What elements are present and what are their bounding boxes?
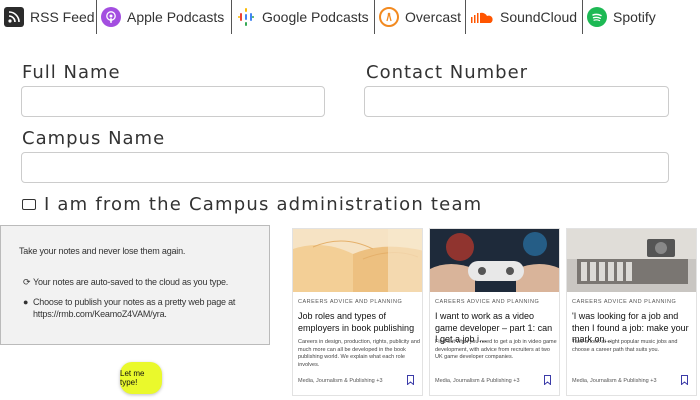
google-podcasts-label: Google Podcasts [262, 9, 369, 25]
game-controller-image [430, 229, 559, 292]
card-title[interactable]: Job roles and types of employers in book… [298, 311, 420, 334]
card-tag: CAREERS ADVICE AND PLANNING [298, 299, 403, 305]
card-footer: Media, Journalism & Publishing +3 [572, 378, 657, 384]
bookmark-icon[interactable] [407, 375, 414, 385]
notes-promo-panel: Take your notes and never lose them agai… [0, 225, 284, 400]
admin-checkbox-label: I am from the Campus administration team [44, 194, 483, 215]
notes-info-box: Take your notes and never lose them agai… [0, 225, 270, 345]
notes-feature-autosave: ⟳ Your notes are auto-saved to the cloud… [23, 276, 263, 288]
notes-feature-autosave-text: Your notes are auto-saved to the cloud a… [33, 277, 229, 287]
google-podcasts-icon [236, 7, 256, 27]
rss-feed-link[interactable]: RSS Feed [0, 0, 97, 34]
notes-feature-publish-text: Choose to publish your notes as a pretty… [33, 297, 236, 319]
google-podcasts-link[interactable]: Google Podcasts [232, 0, 375, 34]
card-tag: CAREERS ADVICE AND PLANNING [435, 299, 540, 305]
spotify-link[interactable]: Spotify [583, 0, 683, 34]
admin-checkbox-row: I am from the Campus administration team [22, 194, 482, 215]
card-description: Find out what you need to get a job in v… [435, 339, 557, 360]
full-name-input[interactable] [21, 86, 325, 117]
cloud-sync-icon: ⟳ [23, 277, 31, 287]
rss-feed-label: RSS Feed [30, 9, 95, 25]
notes-feature-publish: ● Choose to publish your notes as a pret… [23, 296, 263, 320]
full-name-label: Full Name [22, 62, 121, 83]
music-studio-image [567, 229, 696, 292]
apple-podcasts-icon [101, 7, 121, 27]
bookmark-icon[interactable] [544, 375, 551, 385]
overcast-label: Overcast [405, 9, 462, 25]
overcast-link[interactable]: Overcast [375, 0, 466, 34]
campus-name-input[interactable] [21, 152, 669, 183]
campus-name-label: Campus Name [22, 128, 166, 149]
let-me-type-button[interactable]: Let me type! [120, 362, 162, 394]
card-description: Take a look at eight popular music jobs … [572, 339, 678, 353]
soundcloud-icon [470, 7, 494, 27]
apple-podcasts-link[interactable]: Apple Podcasts [97, 0, 232, 34]
contact-number-input[interactable] [364, 86, 669, 117]
apple-podcasts-label: Apple Podcasts [127, 9, 225, 25]
notes-tagline: Take your notes and never lose them agai… [19, 246, 186, 256]
book-pages-image [293, 229, 422, 292]
podcast-links-bar: RSS Feed Apple Podcasts Google Podcasts … [0, 0, 700, 34]
rss-icon [4, 7, 24, 27]
spotify-icon [587, 7, 607, 27]
card-footer: Media, Journalism & Publishing +3 [298, 378, 383, 384]
overcast-icon [379, 7, 399, 27]
spotify-label: Spotify [613, 9, 656, 25]
soundcloud-link[interactable]: SoundCloud [466, 0, 583, 34]
pin-icon: ● [23, 297, 29, 307]
article-card[interactable]: CAREERS ADVICE AND PLANNING 'I was looki… [566, 228, 697, 396]
card-description: Careers in design, production, rights, p… [298, 339, 420, 368]
admin-checkbox[interactable] [22, 199, 36, 210]
soundcloud-label: SoundCloud [500, 9, 578, 25]
article-card[interactable]: CAREERS ADVICE AND PLANNING I want to wo… [429, 228, 560, 396]
card-tag: CAREERS ADVICE AND PLANNING [572, 299, 677, 305]
article-card[interactable]: CAREERS ADVICE AND PLANNING Job roles an… [292, 228, 423, 396]
bookmark-icon[interactable] [681, 375, 688, 385]
card-footer: Media, Journalism & Publishing +3 [435, 378, 520, 384]
contact-number-label: Contact Number [366, 62, 529, 83]
